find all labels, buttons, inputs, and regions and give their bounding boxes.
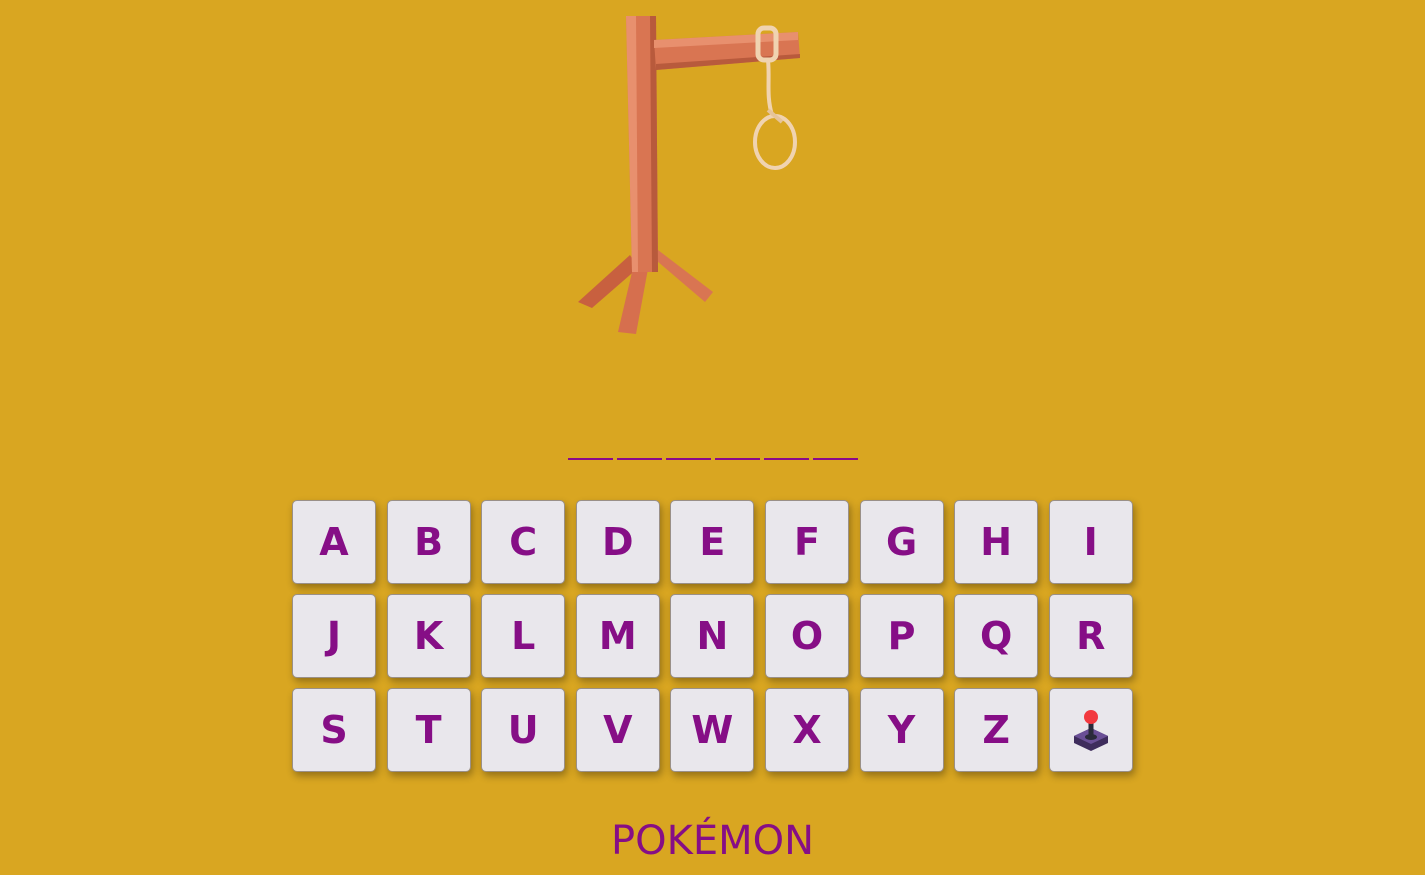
key-c[interactable]: C [481, 500, 566, 584]
letter-slot [812, 428, 858, 460]
key-p[interactable]: P [859, 594, 944, 678]
gallows-post [626, 16, 658, 272]
key-f[interactable]: F [764, 500, 849, 584]
key-s[interactable]: S [292, 688, 376, 772]
key-g[interactable]: G [859, 500, 944, 584]
gallows-image [578, 16, 800, 334]
key-v[interactable]: V [575, 688, 660, 772]
key-y[interactable]: Y [859, 688, 944, 772]
letter-slot [714, 428, 760, 460]
letter-slot [616, 428, 662, 460]
key-x[interactable]: X [764, 688, 849, 772]
joystick-icon [1073, 710, 1108, 751]
key-k[interactable]: K [386, 594, 471, 678]
key-n[interactable]: N [670, 594, 755, 678]
letter-slot [763, 428, 809, 460]
category-label: POKÉMON [610, 818, 815, 864]
key-t[interactable]: T [386, 688, 471, 772]
key-q[interactable]: Q [954, 594, 1039, 678]
new-game-button[interactable] [1048, 688, 1133, 772]
key-m[interactable]: M [575, 594, 660, 678]
key-b[interactable]: B [386, 500, 471, 584]
key-i[interactable]: I [1048, 500, 1133, 584]
key-l[interactable]: L [481, 594, 566, 678]
key-h[interactable]: H [954, 500, 1039, 584]
key-j[interactable]: J [292, 594, 376, 678]
letter-slot [567, 428, 613, 460]
letter-keyboard: ABCDEFGHI JKLMNOPQR STUVWXYZ [292, 500, 1133, 772]
hangman-game: ABCDEFGHI JKLMNOPQR STUVWXYZ POKÉMON [0, 0, 1425, 875]
key-z[interactable]: Z [954, 688, 1039, 772]
key-a[interactable]: A [292, 500, 376, 584]
letter-slot [665, 428, 711, 460]
key-o[interactable]: O [764, 594, 849, 678]
key-r[interactable]: R [1048, 594, 1133, 678]
word-slots [0, 428, 1425, 460]
key-e[interactable]: E [670, 500, 755, 584]
key-u[interactable]: U [481, 688, 566, 772]
key-d[interactable]: D [575, 500, 660, 584]
key-w[interactable]: W [670, 688, 755, 772]
